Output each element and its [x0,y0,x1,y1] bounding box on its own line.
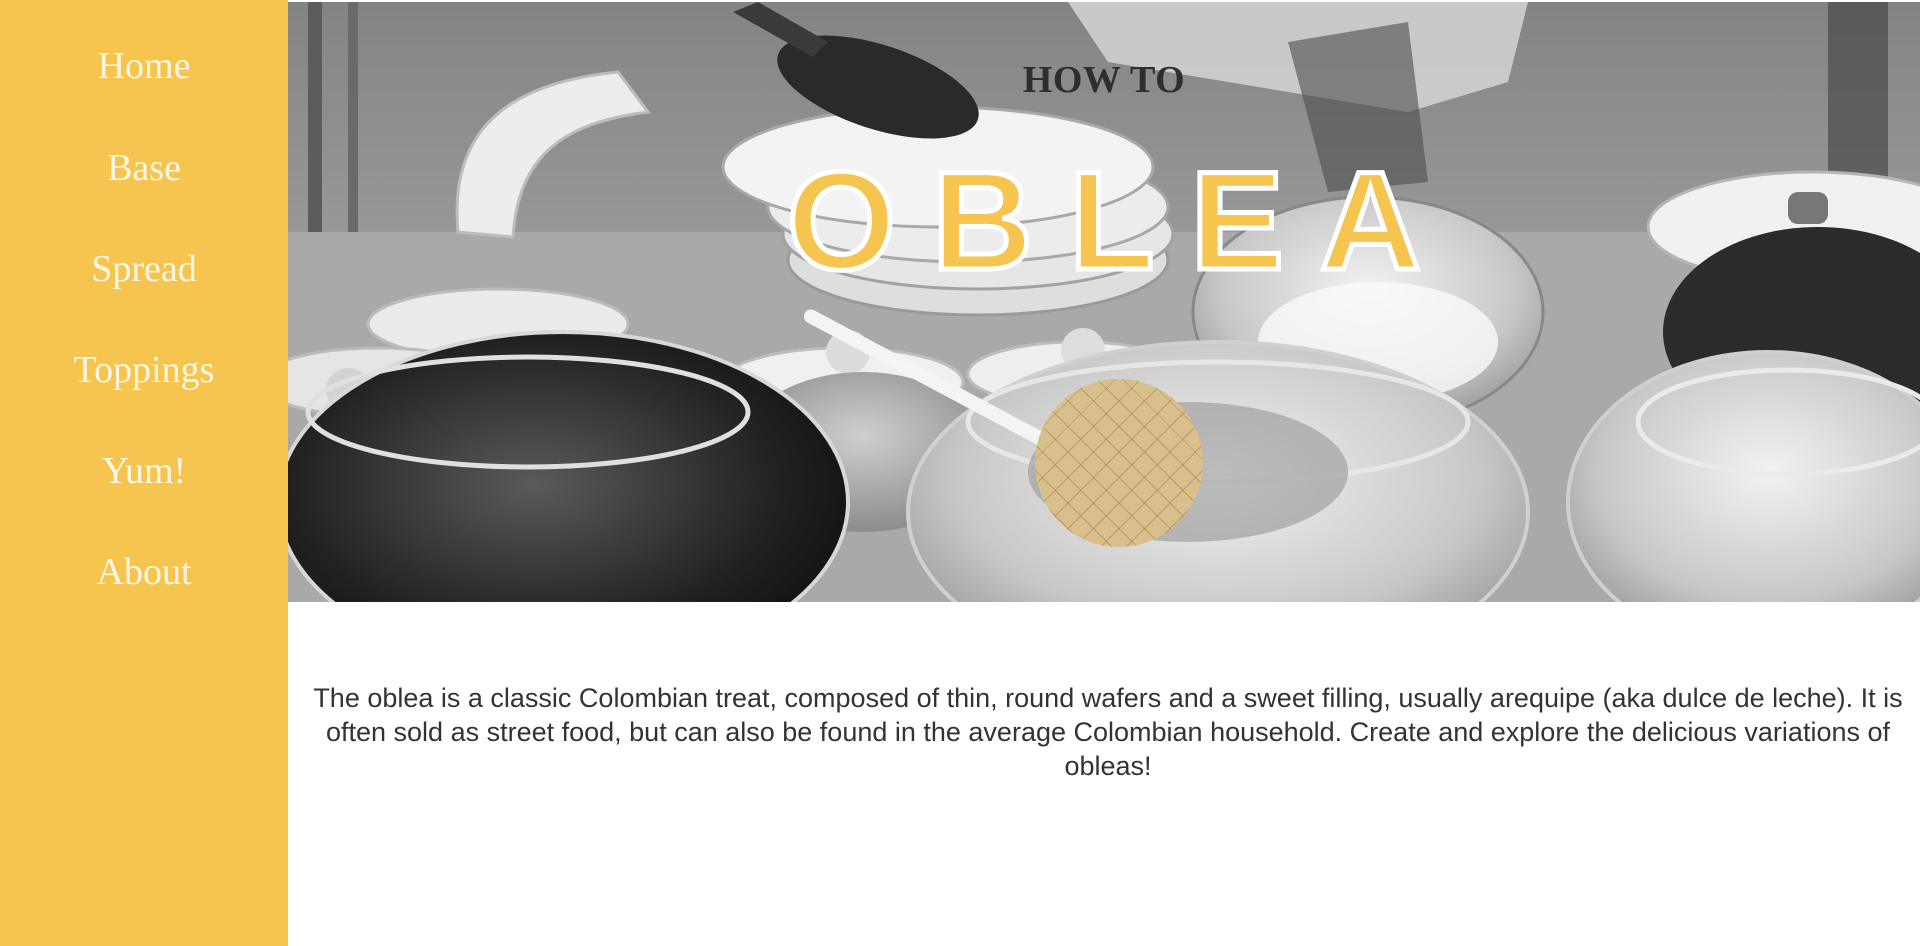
nav-item-yum[interactable]: Yum! [0,449,288,493]
nav-item-toppings[interactable]: Toppings [0,348,288,392]
hero-title: OBLEA [785,140,1457,302]
hero-kicker: HOW TO [1022,59,1186,101]
wafer-icon[interactable] [1035,379,1203,547]
intro-paragraph: The oblea is a classic Colombian treat, … [313,683,1903,781]
sidebar-nav: Home Base Spread Toppings Yum! About [0,0,288,946]
nav-item-home[interactable]: Home [0,44,288,88]
nav-item-about[interactable]: About [0,550,288,594]
nav-item-base[interactable]: Base [0,146,288,190]
nav-item-spread[interactable]: Spread [0,247,288,291]
